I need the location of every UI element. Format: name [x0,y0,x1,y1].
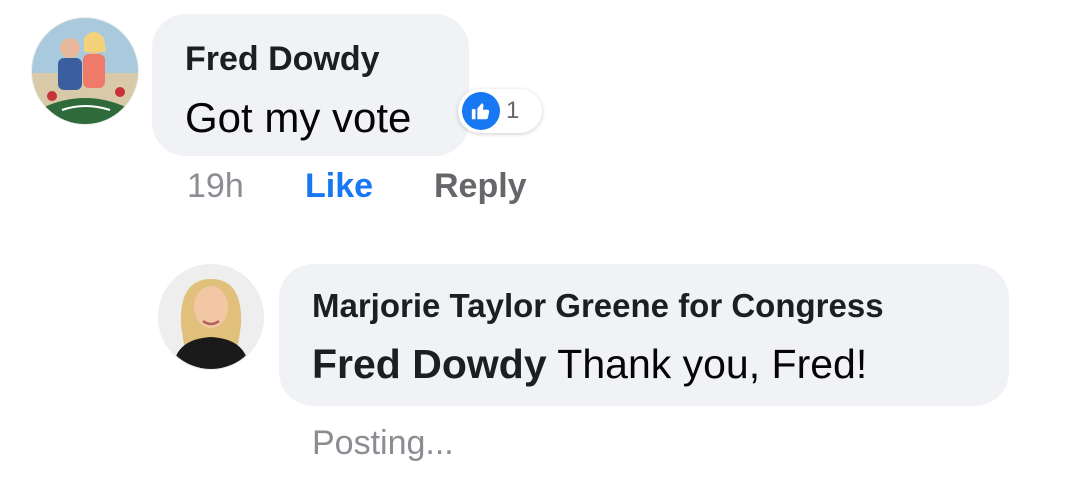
reaction-count: 1 [506,97,520,124]
avatar-photo [32,18,138,124]
thumbs-up-icon [462,92,500,130]
avatar-mtg-for-congress[interactable] [159,265,263,369]
comment-timestamp[interactable]: 19h [187,167,244,206]
mention-link[interactable]: Fred Dowdy [312,341,547,387]
reply-button[interactable]: Reply [434,167,527,206]
avatar-fred-dowdy[interactable] [32,18,138,124]
avatar-photo [159,265,263,369]
posting-status: Posting... [312,424,454,462]
reply-author[interactable]: Marjorie Taylor Greene for Congress [312,287,884,325]
like-button[interactable]: Like [305,167,373,206]
reply-message: Thank you, Fred! [546,341,868,387]
reply-text: Fred Dowdy Thank you, Fred! [312,341,867,388]
comment-author[interactable]: Fred Dowdy [185,40,380,79]
reaction-badge[interactable]: 1 [458,89,542,133]
comment-text: Got my vote [185,94,412,141]
